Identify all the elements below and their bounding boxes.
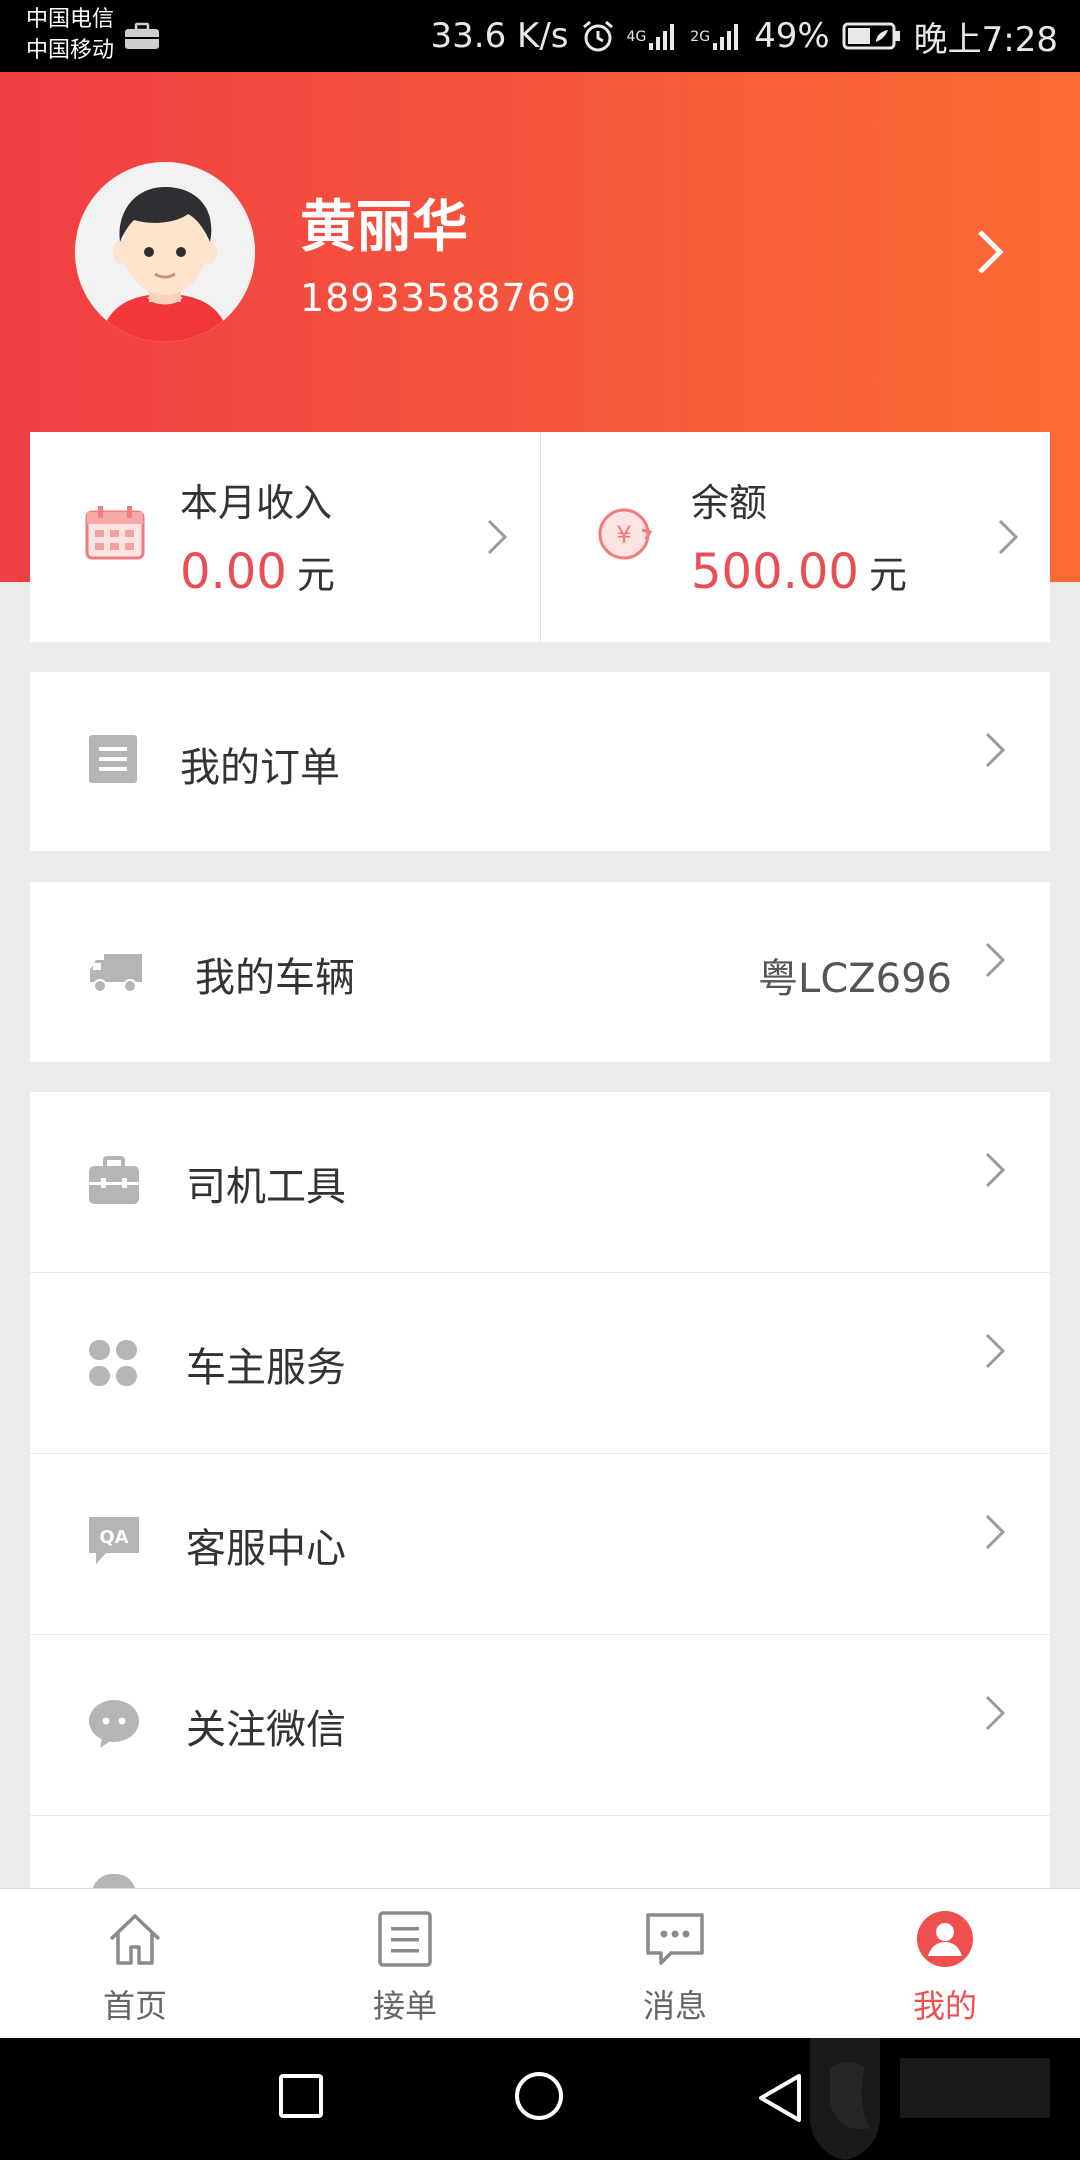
carrier-2: 中国移动 [26, 38, 115, 63]
briefcase-icon [124, 22, 160, 54]
chevron-right-icon [983, 1150, 1007, 1194]
chevron-right-icon [983, 940, 1007, 984]
vehicle-card: 我的车辆 粤LCZ696 [30, 882, 1050, 1062]
orders-card: 我的订单 [30, 672, 1050, 851]
menu-my-vehicle[interactable]: 我的车辆 粤LCZ696 [30, 882, 1050, 1062]
balance-label: 余额 [691, 481, 768, 525]
vehicle-plate: 粤LCZ696 [758, 956, 952, 1002]
income-label: 本月收入 [180, 481, 333, 525]
chevron-right-icon [983, 1331, 1007, 1375]
carrier-1: 中国电信 [26, 7, 115, 32]
balance-value: 500.00 [691, 544, 859, 600]
menu-label: 我的车辆 [195, 955, 355, 1001]
balance[interactable]: ¥ 余额 500.00 元 [540, 432, 1050, 642]
watermark-cat-logo [790, 2038, 1080, 2160]
chevron-right-icon [485, 517, 509, 561]
menu-owner-service[interactable]: 车主服务 [30, 1273, 1050, 1454]
net-speed: 33.6 K/s [430, 16, 569, 56]
list-icon [88, 734, 138, 788]
chevron-right-icon [996, 517, 1020, 561]
menu-label: 关注微信 [186, 1707, 346, 1753]
signal-icon-1: 4G [627, 21, 679, 51]
tools-card: 司机工具 车主服务 QA 客服中心 关注微信 [30, 1092, 1050, 1894]
bottom-tab-bar: 首页 接单 消息 我的 [0, 1888, 1080, 2038]
tab-label: 我的 [912, 1987, 977, 2025]
tab-label: 消息 [642, 1987, 707, 2025]
menu-customer-service[interactable]: QA 客服中心 [30, 1454, 1050, 1635]
recents-button[interactable] [278, 2073, 324, 2123]
menu-follow-wechat[interactable]: 关注微信 [30, 1635, 1050, 1816]
chevron-right-icon [983, 1512, 1007, 1556]
qa-icon: QA [88, 1514, 140, 1570]
carrier-info: 中国电信 中国移动 [26, 4, 114, 66]
tab-label: 首页 [102, 1987, 167, 2025]
user-icon [915, 1909, 975, 1973]
tab-label: 接单 [372, 1987, 437, 2025]
user-phone: 18933588769 [300, 276, 577, 320]
home-button[interactable] [513, 2070, 565, 2126]
menu-label: 司机工具 [186, 1164, 346, 1210]
status-right: 33.6 K/s 4G 2G 49% 晚上7:28 [431, 0, 1058, 72]
chevron-right-icon[interactable] [975, 227, 1005, 281]
menu-my-orders[interactable]: 我的订单 [30, 672, 1050, 851]
chevron-right-icon [983, 730, 1007, 774]
truck-icon [88, 952, 144, 998]
toolbox-icon [88, 1156, 140, 1210]
chevron-right-icon [983, 1693, 1007, 1737]
stats-card: 本月收入 0.00 元 ¥ 余额 500.00 元 [30, 432, 1050, 642]
tab-mine[interactable]: 我的 [810, 1889, 1080, 2039]
income-value-wrap: 0.00 元 [180, 544, 335, 600]
wechat-icon [88, 1699, 140, 1753]
svg-text:QA: QA [99, 1527, 128, 1548]
tab-home[interactable]: 首页 [0, 1889, 270, 2039]
signal-icon-2: 2G [690, 21, 742, 51]
menu-label: 客服中心 [186, 1526, 346, 1572]
calendar-icon [85, 504, 145, 564]
svg-text:¥: ¥ [616, 521, 631, 549]
balance-unit: 元 [868, 553, 907, 597]
alarm-icon [581, 19, 615, 53]
chat-icon [645, 1909, 705, 1973]
list-icon [375, 1909, 435, 1973]
income-value: 0.00 [180, 544, 287, 600]
menu-driver-tools[interactable]: 司机工具 [30, 1092, 1050, 1273]
battery-percent: 49% [754, 16, 830, 56]
avatar[interactable] [75, 162, 255, 342]
menu-item-partial[interactable] [30, 1816, 1050, 1894]
clock-time: 晚上7:28 [913, 19, 1058, 60]
battery-icon [842, 21, 902, 51]
system-nav-bar [0, 2038, 1080, 2160]
user-name: 黄丽华 [300, 195, 468, 260]
yuan-refresh-icon: ¥ [596, 504, 656, 568]
menu-label: 我的订单 [180, 745, 340, 791]
tab-orders[interactable]: 接单 [270, 1889, 540, 2039]
home-icon [105, 1909, 165, 1973]
menu-label: 车主服务 [186, 1345, 346, 1391]
grid-icon [88, 1339, 138, 1391]
status-bar: 中国电信 中国移动 33.6 K/s 4G 2G 49% 晚上7:28 [0, 0, 1080, 72]
tab-messages[interactable]: 消息 [540, 1889, 810, 2039]
monthly-income[interactable]: 本月收入 0.00 元 [30, 432, 540, 642]
balance-value-wrap: 500.00 元 [691, 544, 907, 600]
income-unit: 元 [296, 553, 335, 597]
